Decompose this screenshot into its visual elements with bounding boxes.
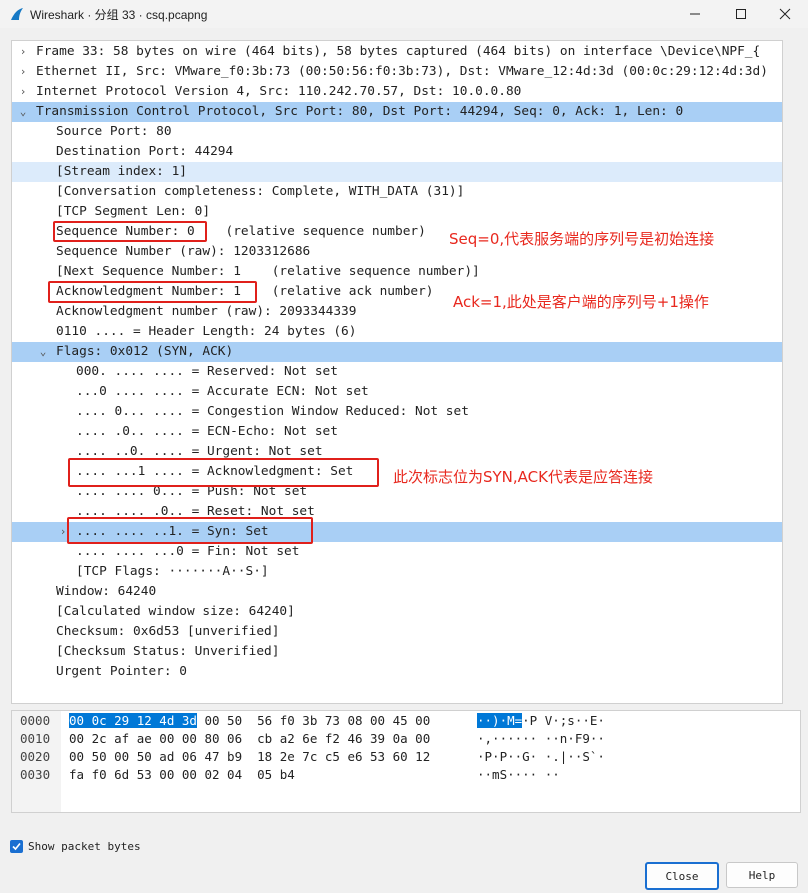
tree-row[interactable]: [TCP Segment Len: 0] xyxy=(12,202,782,222)
tree-row[interactable]: Source Port: 80 xyxy=(12,122,782,142)
ascii-bytes[interactable]: ··mS···· ·· xyxy=(477,767,560,782)
tree-row-label: 000. .... .... = Reserved: Not set xyxy=(76,364,338,379)
checkmark-icon xyxy=(12,842,21,851)
tree-row-label: Transmission Control Protocol, Src Port:… xyxy=(36,104,684,119)
tree-row[interactable]: [Conversation completeness: Complete, WI… xyxy=(12,182,782,202)
chevron-right-icon[interactable]: › xyxy=(18,62,28,82)
tree-row-label: Ethernet II, Src: VMware_f0:3b:73 (00:50… xyxy=(36,64,768,79)
show-bytes-checkbox[interactable] xyxy=(10,840,23,853)
window-title: Wireshark · 分组 33 · csq.pcapng xyxy=(30,8,208,22)
tree-row-label: Source Port: 80 xyxy=(56,124,172,139)
packet-details-tree[interactable]: Urgent Pointer: 0 [Checksum Status: Unver… xyxy=(11,40,783,704)
tree-row[interactable]: ⌄ Flags: 0x012 (SYN, ACK) xyxy=(12,342,782,362)
chevron-right-icon[interactable]: › xyxy=(18,42,28,62)
tree-row-label: [Stream index: 1] xyxy=(56,164,187,179)
tree-row-label: Flags: 0x012 (SYN, ACK) xyxy=(56,344,234,359)
byte-offset: 0000 xyxy=(20,713,51,728)
annotation-flags-note: 此次标志位为SYN,ACK代表是应答连接 xyxy=(393,468,653,486)
tree-row-label: [TCP Flags: ·······A··S·] xyxy=(76,564,269,579)
tree-row-label: Urgent Pointer: 0 xyxy=(56,664,187,679)
minimize-button[interactable] xyxy=(672,0,718,28)
annotation-ack-note: Ack=1,此处是客户端的序列号+1操作 xyxy=(453,293,709,311)
help-button[interactable]: Help xyxy=(726,862,798,888)
close-icon xyxy=(779,8,791,20)
chevron-right-icon[interactable]: › xyxy=(18,82,28,102)
pane-splitter[interactable] xyxy=(11,704,799,708)
tree-row[interactable]: Checksum: 0x6d53 [unverified] xyxy=(12,622,782,642)
close-button[interactable]: Close xyxy=(645,862,719,890)
tree-row[interactable]: 000. .... .... = Reserved: Not set xyxy=(12,362,782,382)
hex-bytes[interactable]: 00 50 00 50 ad 06 47 b9 18 2e 7c c5 e6 5… xyxy=(69,749,430,764)
tree-row-label: Destination Port: 44294 xyxy=(56,144,234,159)
ascii-bytes-line[interactable]: ·,······ ··n·F9·· xyxy=(477,730,605,748)
tree-row-label: [Next Sequence Number: 1 (relative seque… xyxy=(56,264,480,279)
close-window-button[interactable] xyxy=(762,0,808,28)
maximize-button[interactable] xyxy=(718,0,764,28)
tree-row[interactable]: .... .0.. .... = ECN-Echo: Not set xyxy=(12,422,782,442)
tree-row[interactable]: Urgent Pointer: 0 xyxy=(12,662,782,682)
tree-row[interactable]: ⌄ Transmission Control Protocol, Src Port… xyxy=(12,102,782,122)
annotation-box-syn-flag xyxy=(67,517,313,544)
tree-row-label: Window: 64240 xyxy=(56,584,157,599)
ascii-bytes[interactable]: ·P·P··G· ·.|··S`· xyxy=(477,749,605,764)
tree-row-label: 0110 .... = Header Length: 24 bytes (6) xyxy=(56,324,357,339)
annotation-box-seq xyxy=(53,221,207,242)
tree-row-label: [Checksum Status: Unverified] xyxy=(56,644,280,659)
byte-offset: 0030 xyxy=(20,767,51,782)
selected-ascii-bytes[interactable]: ··)·M= xyxy=(477,713,523,728)
tree-row[interactable]: .... 0... .... = Congestion Window Reduc… xyxy=(12,402,782,422)
tree-row-label: .... .... ...0 = Fin: Not set xyxy=(76,544,300,559)
ascii-bytes[interactable]: ·,······ ··n·F9·· xyxy=(477,731,605,746)
tree-row-label: [Conversation completeness: Complete, WI… xyxy=(56,184,465,199)
tree-row[interactable]: › Frame 33: 58 bytes on wire (464 bits), … xyxy=(12,42,782,62)
tree-row[interactable]: Window: 64240 xyxy=(12,582,782,602)
tree-row-label: Acknowledgment number (raw): 2093344339 xyxy=(56,304,357,319)
tree-row[interactable]: 0110 .... = Header Length: 24 bytes (6) xyxy=(12,322,782,342)
tree-row[interactable]: [TCP Flags: ·······A··S·] xyxy=(12,562,782,582)
title-bar: Wireshark · 分组 33 · csq.pcapng xyxy=(0,0,808,28)
hex-bytes-line[interactable]: 00 0c 29 12 4d 3d 00 50 56 f0 3b 73 08 0… xyxy=(69,712,430,730)
chevron-down-icon[interactable]: ⌄ xyxy=(18,102,28,122)
tree-row[interactable]: [Next Sequence Number: 1 (relative seque… xyxy=(12,262,782,282)
hex-bytes-line[interactable]: 00 50 00 50 ad 06 47 b9 18 2e 7c c5 e6 5… xyxy=(69,748,430,766)
tree-row-label: .... .0.. .... = ECN-Echo: Not set xyxy=(76,424,338,439)
ascii-bytes-line[interactable]: ··)·M=·P V·;s··E· xyxy=(477,712,605,730)
tree-row[interactable]: › Internet Protocol Version 4, Src: 110.2… xyxy=(12,82,782,102)
hex-bytes-line[interactable]: 00 2c af ae 00 00 80 06 cb a2 6e f2 46 3… xyxy=(69,730,430,748)
maximize-icon xyxy=(736,9,746,19)
minimize-icon xyxy=(690,13,700,15)
hex-bytes[interactable]: 00 2c af ae 00 00 80 06 cb a2 6e f2 46 3… xyxy=(69,731,430,746)
byte-offset: 0010 xyxy=(20,731,51,746)
packet-bytes-pane[interactable]: 0000 00 0c 29 12 4d 3d 00 50 56 f0 3b 73 … xyxy=(11,710,801,813)
selected-hex-bytes[interactable]: 00 0c 29 12 4d 3d xyxy=(69,713,197,728)
tree-row[interactable]: › Ethernet II, Src: VMware_f0:3b:73 (00:5… xyxy=(12,62,782,82)
ascii-bytes-line[interactable]: ··mS···· ·· xyxy=(477,766,560,784)
tree-row-label: [TCP Segment Len: 0] xyxy=(56,204,211,219)
byte-offset: 0020 xyxy=(20,749,51,764)
hex-bytes[interactable]: 00 50 56 f0 3b 73 08 00 45 00 xyxy=(197,713,430,728)
annotation-box-ack xyxy=(48,281,257,303)
tree-row[interactable]: Destination Port: 44294 xyxy=(12,142,782,162)
tree-row-label: Sequence Number (raw): 1203312686 xyxy=(56,244,311,259)
chevron-down-icon[interactable]: ⌄ xyxy=(38,342,48,362)
wireshark-fin-icon xyxy=(11,8,23,20)
tree-row-label: Checksum: 0x6d53 [unverified] xyxy=(56,624,280,639)
tree-row[interactable]: [Checksum Status: Unverified] xyxy=(12,642,782,662)
tree-row-label: Internet Protocol Version 4, Src: 110.24… xyxy=(36,84,522,99)
annotation-seq-note: Seq=0,代表服务端的序列号是初始连接 xyxy=(449,230,715,248)
annotation-box-ack-flag xyxy=(68,458,379,487)
tree-row[interactable]: .... .... ...0 = Fin: Not set xyxy=(12,542,782,562)
ascii-bytes-line[interactable]: ·P·P··G· ·.|··S`· xyxy=(477,748,605,766)
tree-row-label: [Calculated window size: 64240] xyxy=(56,604,295,619)
show-bytes-label[interactable]: Show packet bytes xyxy=(28,840,141,853)
hex-bytes-line[interactable]: fa f0 6d 53 00 00 02 04 05 b4 xyxy=(69,766,295,784)
tree-row[interactable]: [Calculated window size: 64240] xyxy=(12,602,782,622)
tree-row[interactable]: [Stream index: 1] xyxy=(12,162,782,182)
hex-bytes[interactable]: fa f0 6d 53 00 00 02 04 05 b4 xyxy=(69,767,295,782)
tree-row-label: ...0 .... .... = Accurate ECN: Not set xyxy=(76,384,369,399)
tree-row[interactable]: ...0 .... .... = Accurate ECN: Not set xyxy=(12,382,782,402)
tree-row-label: .... 0... .... = Congestion Window Reduc… xyxy=(76,404,469,419)
ascii-bytes[interactable]: ·P V·;s··E· xyxy=(522,713,605,728)
tree-row-label: Frame 33: 58 bytes on wire (464 bits), 5… xyxy=(36,44,761,59)
